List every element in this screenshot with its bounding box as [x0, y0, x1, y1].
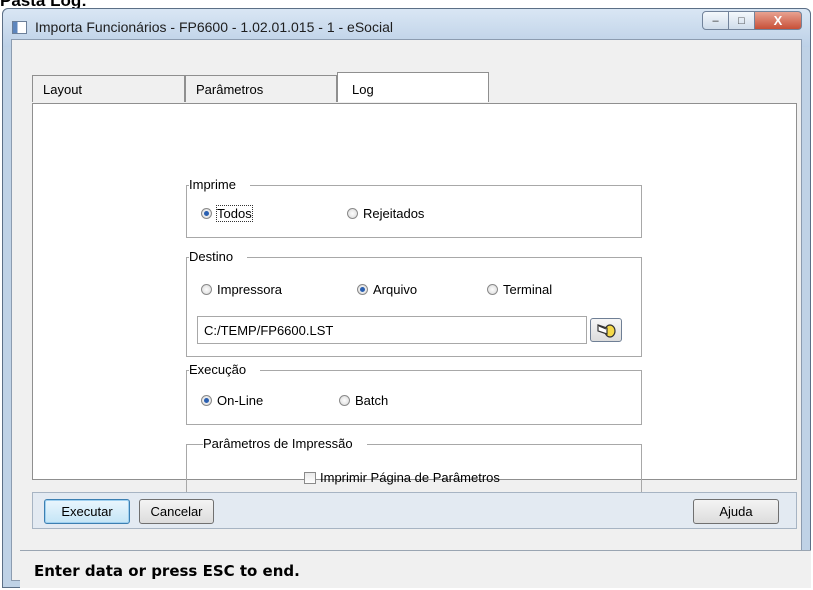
- radio-impressora[interactable]: Impressora: [201, 282, 282, 297]
- tab-label: Layout: [43, 82, 83, 97]
- radio-arquivo[interactable]: Arquivo: [357, 282, 417, 297]
- radio-batch[interactable]: Batch: [339, 393, 388, 408]
- tab-label: Log: [352, 82, 374, 97]
- tab-label: Parâmetros: [196, 82, 264, 97]
- imprime-group: Imprime Todos Rejeitados: [186, 177, 642, 238]
- execucao-group: Execução On-Line Batch: [186, 362, 642, 425]
- radio-todos[interactable]: Todos: [201, 205, 253, 222]
- radio-label: Arquivo: [373, 282, 418, 297]
- radio-label: Impressora: [217, 282, 283, 297]
- radio-unselected-icon: [339, 395, 350, 406]
- application-icon: [12, 21, 27, 34]
- maximize-button[interactable]: □: [729, 11, 755, 30]
- imprimir-pagina-checkbox[interactable]: Imprimir Página de Parâmetros: [304, 470, 500, 485]
- radio-unselected-icon: [347, 208, 358, 219]
- minimize-icon: –: [712, 14, 719, 27]
- window-controls: – □ X: [702, 11, 802, 30]
- imprime-legend: Imprime: [189, 177, 250, 192]
- dialog-window: Importa Funcionários - FP6600 - 1.02.01.…: [2, 8, 811, 588]
- tab-parametros[interactable]: Parâmetros: [185, 75, 337, 102]
- status-bar: Enter data or press ESC to end.: [20, 550, 811, 588]
- executar-button[interactable]: Executar: [44, 499, 130, 524]
- radio-label: On-Line: [217, 393, 264, 408]
- radio-on-line[interactable]: On-Line: [201, 393, 263, 408]
- destino-legend: Destino: [189, 249, 248, 264]
- minimize-button[interactable]: –: [702, 11, 729, 30]
- client-area: Layout Parâmetros Log Imprime Todos Reje…: [11, 39, 811, 588]
- maximize-icon: □: [738, 14, 745, 27]
- radio-label: Todos: [216, 205, 253, 222]
- checkbox-unchecked-icon: [304, 471, 316, 484]
- cancelar-button[interactable]: Cancelar: [139, 499, 214, 524]
- button-bar: Executar Cancelar Ajuda: [32, 492, 797, 529]
- radio-rejeitados[interactable]: Rejeitados: [347, 206, 424, 221]
- window-title: Importa Funcionários - FP6600 - 1.02.01.…: [35, 19, 393, 35]
- radio-unselected-icon: [201, 284, 212, 295]
- radio-selected-icon: [201, 395, 212, 406]
- close-icon: X: [773, 13, 783, 28]
- radio-label: Batch: [355, 393, 389, 408]
- execucao-legend: Execução: [189, 362, 261, 377]
- file-path-input[interactable]: C:/TEMP/FP6600.LST: [197, 316, 587, 344]
- parametros-impressao-legend: Parâmetros de Impressão: [203, 436, 367, 451]
- ajuda-button[interactable]: Ajuda: [693, 499, 779, 524]
- radio-label: Rejeitados: [363, 206, 425, 221]
- tab-log[interactable]: Log: [337, 72, 489, 102]
- close-button[interactable]: X: [755, 11, 802, 30]
- destino-group: Destino Impressora Arquivo Terminal C:/T…: [186, 249, 642, 357]
- browse-file-button[interactable]: [590, 318, 622, 342]
- radio-terminal[interactable]: Terminal: [487, 282, 552, 297]
- radio-selected-icon: [357, 284, 368, 295]
- log-tab-panel: Imprime Todos Rejeitados Destino Impress…: [32, 103, 797, 501]
- radio-label: Terminal: [503, 282, 553, 297]
- radio-unselected-icon: [487, 284, 498, 295]
- checkbox-label: Imprimir Página de Parâmetros: [320, 470, 500, 485]
- flashlight-icon: [597, 324, 616, 338]
- radio-selected-icon: [201, 208, 212, 219]
- tab-layout[interactable]: Layout: [32, 75, 185, 102]
